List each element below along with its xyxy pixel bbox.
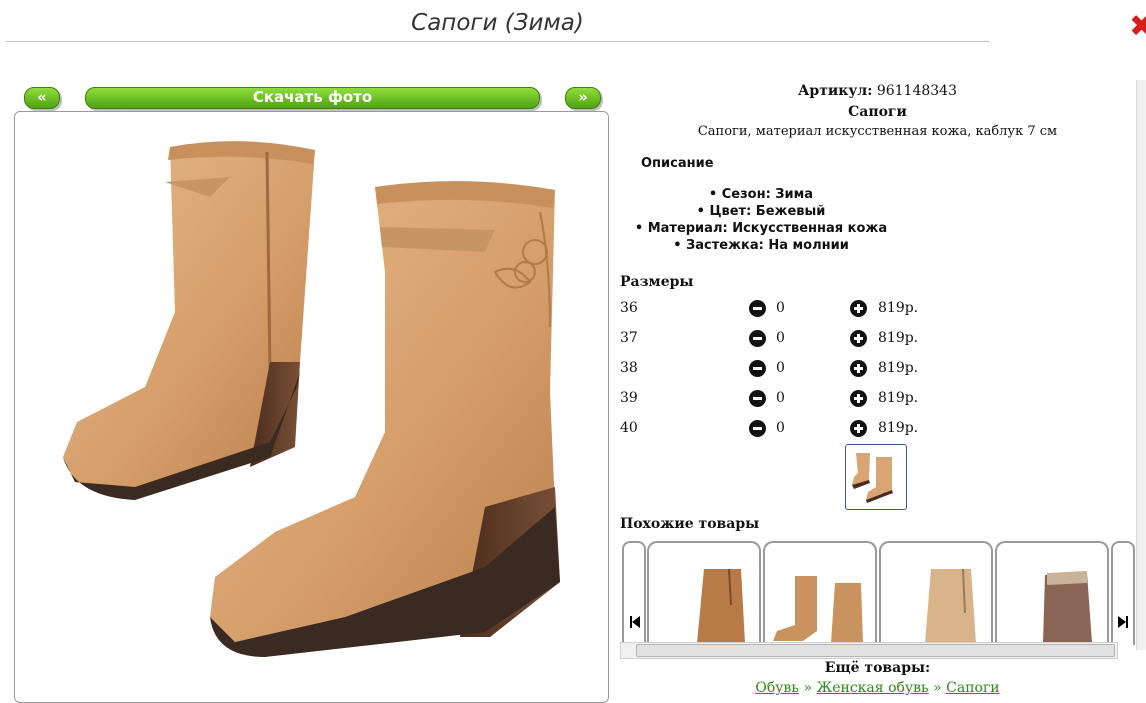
thumb-boots-image (852, 453, 893, 503)
skip-back-icon (630, 616, 640, 628)
size-price: 819р. (878, 390, 919, 406)
size-label: 40 (620, 420, 638, 436)
size-qty: 0 (776, 300, 785, 316)
feature-item: • Застежка: На молнии (673, 238, 849, 253)
product-photo[interactable] (14, 111, 609, 703)
carousel-prev-button[interactable] (622, 541, 646, 645)
product-short-desc: Сапоги, материал искусственная кожа, каб… (697, 124, 1058, 139)
plus-icon[interactable] (850, 300, 867, 317)
size-price: 819р. (878, 420, 919, 436)
size-label: 36 (620, 300, 638, 316)
description-heading: Описание (641, 156, 714, 171)
carousel-next-button[interactable] (1111, 541, 1135, 645)
plus-icon[interactable] (850, 420, 867, 437)
product-name: Сапоги (848, 104, 907, 120)
feature-item: • Цвет: Бежевый (696, 204, 826, 219)
skip-forward-icon (1118, 616, 1128, 628)
boots-image (63, 141, 560, 657)
breadcrumb-separator: » (803, 680, 813, 696)
plus-icon[interactable] (850, 390, 867, 407)
feature-item: • Сезон: Зима (708, 187, 814, 202)
title-divider (6, 41, 989, 42)
size-price: 819р. (878, 300, 919, 316)
similar-item-image (697, 568, 745, 643)
similar-item[interactable] (763, 541, 877, 645)
minus-icon[interactable] (749, 360, 766, 377)
breadcrumb-link-boots[interactable]: Сапоги (946, 680, 999, 696)
plus-icon[interactable] (850, 360, 867, 377)
similar-item-image (773, 576, 863, 643)
size-qty: 0 (776, 360, 785, 376)
page-title: Сапоги (Зима) (411, 10, 584, 36)
breadcrumb: Обувь » Женская обувь » Сапоги (620, 680, 1135, 696)
minus-icon[interactable] (749, 420, 766, 437)
photo-thumbnail[interactable] (845, 444, 907, 510)
minus-icon[interactable] (749, 390, 766, 407)
size-label: 39 (620, 390, 638, 406)
sizes-heading: Размеры (620, 274, 694, 290)
breadcrumb-separator: » (933, 680, 942, 696)
size-qty: 0 (776, 330, 785, 346)
similar-item[interactable] (647, 541, 761, 645)
minus-icon[interactable] (749, 330, 766, 347)
size-price: 819р. (878, 360, 919, 376)
breadcrumb-link-womens-shoes[interactable]: Женская обувь (817, 680, 929, 696)
page-scrollbar[interactable] (1136, 80, 1146, 650)
similar-item-image (925, 568, 976, 643)
size-qty: 0 (776, 390, 785, 406)
prev-photo-button[interactable]: « (24, 87, 60, 109)
size-qty: 0 (776, 420, 785, 436)
more-products-heading: Ещё товары: (824, 660, 931, 676)
similar-item-image (1043, 571, 1092, 643)
feature-item: • Материал: Искусственная кожа (634, 221, 888, 236)
close-icon[interactable]: ✖ (1129, 12, 1146, 42)
download-photo-button[interactable]: Скачать фото (85, 87, 540, 109)
breadcrumb-link-shoes[interactable]: Обувь (755, 680, 799, 696)
minus-icon[interactable] (749, 300, 766, 317)
size-label: 38 (620, 360, 638, 376)
size-label: 37 (620, 330, 638, 346)
article-line: Артикул: 961148343 (620, 83, 1135, 99)
next-photo-button[interactable]: » (565, 87, 601, 109)
article-value: 961148343 (876, 83, 957, 99)
article-label: Артикул: (798, 83, 873, 99)
size-price: 819р. (878, 330, 919, 346)
similar-item[interactable] (995, 541, 1109, 645)
similar-heading: Похожие товары (620, 516, 760, 532)
plus-icon[interactable] (850, 330, 867, 347)
carousel-scrollbar-thumb[interactable] (636, 644, 1115, 657)
similar-item[interactable] (879, 541, 993, 645)
